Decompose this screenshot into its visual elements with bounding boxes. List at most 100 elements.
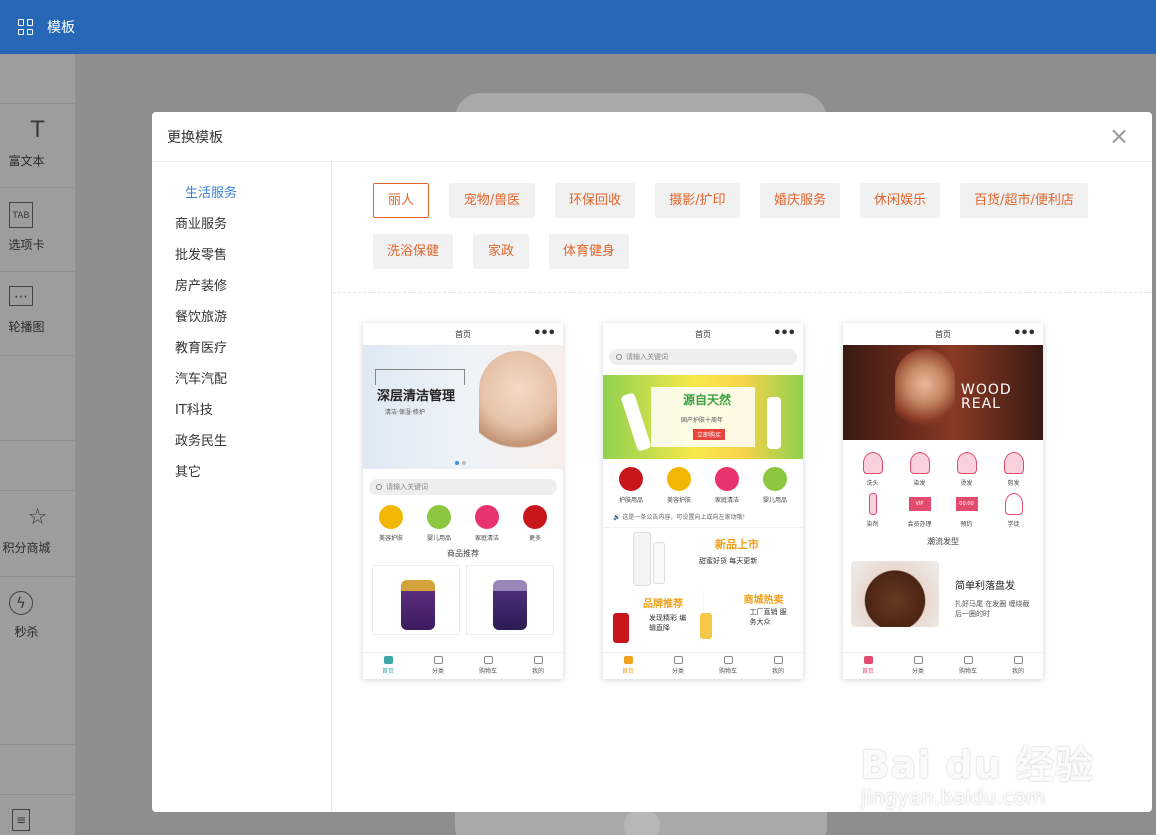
nav-icon[interactable]: 洗头 [849, 452, 896, 487]
tab-home[interactable]: 首页 [603, 653, 653, 679]
tab-category[interactable]: 分类 [413, 653, 463, 679]
sidebar-item-list[interactable]: ≡ [0, 794, 75, 835]
category-item[interactable]: 商业服务 [175, 213, 227, 232]
tab-cart[interactable]: 购物车 [943, 653, 993, 679]
sidebar-item-flash-sale[interactable]: ϟ 秒杀 [0, 576, 75, 660]
template-card[interactable]: 首页 ••• WOOD REAL 洗头 染发 烫发 剪发 染剂 VIP 会员办理 … [843, 323, 1043, 679]
nav-icon[interactable]: 家庭清洁 [707, 467, 747, 504]
banner-button[interactable]: 立即购买 [693, 429, 726, 440]
category-item[interactable]: IT科技 [175, 399, 213, 418]
banner: 源自天然 国产护肤十周年 立即购买 [603, 375, 803, 459]
template-card[interactable]: 首页 ••• 请输入关键词 源自天然 国产护肤十周年 立即购买 护肤用品 美容护… [603, 323, 803, 679]
more-icon: ••• [533, 326, 556, 341]
flash-icon: ϟ [9, 591, 33, 615]
top-bar: 模板 [0, 0, 1156, 54]
banner: 深层清洁管理 清洁·保湿·修护 [363, 345, 563, 469]
tag-button[interactable]: 百货/超市/便利店 [960, 183, 1088, 218]
modal-title: 更换模板 [167, 129, 223, 146]
search-bar[interactable]: 请输入关键词 [609, 349, 797, 365]
tab-mine[interactable]: 我的 [753, 653, 803, 679]
sidebar-spacer-3 [0, 744, 75, 794]
nav-icon[interactable]: 护肤用品 [611, 467, 651, 504]
template-card[interactable]: 首页 ••• 深层清洁管理 清洁·保湿·修护 请输入关键词 美容护肤 婴儿用品 … [363, 323, 563, 679]
tab-mine[interactable]: 我的 [993, 653, 1043, 679]
hairstyle-item[interactable]: 简单利落盘发 扎好马尾 在发圈 缠绕截后一圈的时 [843, 557, 1043, 627]
tab-cart[interactable]: 购物车 [463, 653, 513, 679]
sidebar-item-points-store[interactable]: ☆ 积分商城 [0, 490, 75, 576]
nav-icon[interactable]: VIP 会员办理 [896, 493, 943, 528]
component-sidebar: T 富文本 TAB 选项卡 ⋯ 轮播图 ☆ 积分商城 ϟ 秒杀 ≡ [0, 54, 75, 835]
tab-home[interactable]: 首页 [363, 653, 413, 679]
section-title: 潮流发型 [927, 537, 959, 546]
sidebar-spacer-2 [0, 440, 75, 490]
tag-button[interactable]: 休闲娱乐 [860, 183, 940, 218]
search-icon [376, 484, 382, 490]
icon-grid: 洗头 染发 烫发 剪发 染剂 VIP 会员办理 00:00 预约 学徒 [843, 452, 1043, 528]
more-icon: ••• [1013, 326, 1036, 341]
tab-category[interactable]: 分类 [893, 653, 943, 679]
app-title: 模板 [47, 20, 75, 36]
nav-icon[interactable]: 染剂 [849, 493, 896, 528]
tag-button[interactable]: 婚庆服务 [760, 183, 840, 218]
category-item[interactable]: 汽车汽配 [175, 368, 227, 387]
nav-icon[interactable]: 美容护肤 [371, 505, 411, 542]
banner-title: WOOD REAL [961, 382, 1012, 412]
tab-category[interactable]: 分类 [653, 653, 703, 679]
tab-mine[interactable]: 我的 [513, 653, 563, 679]
tab-bar: 首页 分类 购物车 我的 [603, 652, 803, 679]
icon-row: 美容护肤 婴儿用品 家庭清洁 更多 [363, 505, 563, 542]
category-item[interactable]: 生活服务 [185, 182, 237, 201]
banner: WOOD REAL [843, 345, 1043, 440]
icon-row: 护肤用品 美容护肤 家庭清洁 婴儿用品 [603, 467, 803, 504]
template-modal: 更换模板 × 生活服务 商业服务 批发零售 房产装修 餐饮旅游 教育医疗 汽车汽… [152, 112, 1152, 812]
banner-title: 源自天然 [683, 393, 732, 407]
nav-icon[interactable]: 家庭清洁 [467, 505, 507, 542]
modal-header: 更换模板 [152, 112, 1152, 162]
nav-icon[interactable]: 染发 [896, 452, 943, 487]
tab-bar: 首页 分类 购物车 我的 [363, 652, 563, 679]
nav-icon[interactable]: 学徒 [990, 493, 1037, 528]
baidu-watermark: Bai du 经验 jingyan.baidu.com [861, 734, 1094, 809]
watermark-brand: Bai du 经验 [860, 743, 1094, 787]
tag-button[interactable]: 宠物/兽医 [449, 183, 535, 218]
banner-subtitle: 清洁·保湿·修护 [385, 409, 425, 416]
brand-hot: 品牌推荐 发现精彩 编辑直降 商城热卖 工厂直销 服务大众 [603, 591, 803, 643]
section-title: 商品推荐 [447, 549, 479, 558]
tab-icon: TAB [9, 202, 33, 228]
sidebar-item-carousel[interactable]: ⋯ 轮播图 [0, 271, 75, 355]
model-photo [479, 351, 557, 461]
nav-icon[interactable]: 婴儿用品 [755, 467, 795, 504]
category-item[interactable]: 批发零售 [175, 244, 227, 263]
tag-button[interactable]: 体育健身 [549, 234, 629, 269]
nav-icon[interactable]: 美容护肤 [659, 467, 699, 504]
category-item[interactable]: 餐饮旅游 [175, 306, 227, 325]
nav-icon[interactable]: 烫发 [943, 452, 990, 487]
nav-icon[interactable]: 00:00 预约 [943, 493, 990, 528]
tab-home[interactable]: 首页 [843, 653, 893, 679]
more-icon: ••• [773, 326, 796, 341]
text-icon: T [30, 118, 45, 143]
category-item[interactable]: 教育医疗 [175, 337, 227, 356]
category-item[interactable]: 房产装修 [175, 275, 227, 294]
category-item[interactable]: 政务民生 [175, 430, 227, 449]
phone-header: 首页 ••• [935, 326, 1036, 341]
nav-icon[interactable]: 更多 [515, 505, 555, 542]
category-item[interactable]: 其它 [175, 461, 201, 480]
subcategory-tags: 丽人 宠物/兽医 环保回收 摄影/扩印 婚庆服务 休闲娱乐 百货/超市/便利店 … [333, 162, 1152, 293]
search-bar[interactable]: 请输入关键词 [369, 479, 557, 495]
sidebar-spacer [0, 355, 75, 440]
nav-icon[interactable]: 婴儿用品 [419, 505, 459, 542]
speaker-icon: 🔊 [613, 514, 621, 521]
tag-button[interactable]: 摄影/扩印 [655, 183, 740, 218]
sidebar-item-rich-text[interactable]: T 富文本 [0, 103, 75, 187]
sidebar-item-tab[interactable]: TAB 选项卡 [0, 187, 75, 271]
close-icon[interactable]: × [1108, 124, 1130, 148]
nav-icon[interactable]: 剪发 [990, 452, 1037, 487]
notice-bar: 🔊 这是一条公告内容，可设置向上或向左滚动哦！ [613, 514, 749, 521]
phone-header: 首页 ••• [695, 326, 796, 341]
tag-button[interactable]: 丽人 [373, 183, 429, 218]
tab-cart[interactable]: 购物车 [703, 653, 753, 679]
tag-button[interactable]: 家政 [473, 234, 529, 269]
tag-button[interactable]: 环保回收 [555, 183, 635, 218]
tag-button[interactable]: 洗浴保健 [373, 234, 453, 269]
